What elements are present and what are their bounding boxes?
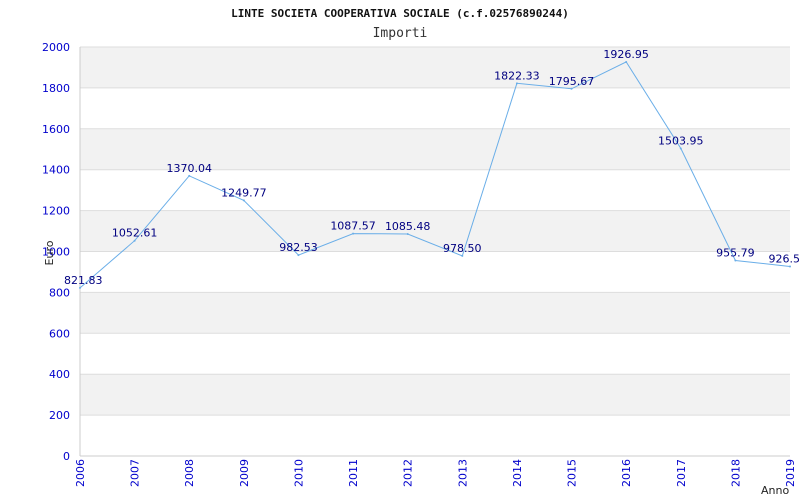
x-tick-label: 2017: [675, 459, 688, 487]
plot-band: [80, 292, 790, 334]
data-label: 1503.95: [658, 134, 704, 147]
data-point: [188, 174, 191, 177]
data-label: 1087.57: [330, 220, 376, 233]
data-point: [406, 233, 409, 236]
line-chart: LINTE SOCIETA COOPERATIVA SOCIALE (c.f.0…: [42, 7, 800, 497]
x-tick-label: 2018: [729, 459, 742, 487]
y-tick-label: 800: [49, 286, 70, 299]
y-tick-label: 600: [49, 327, 70, 340]
chart-subtitle: Importi: [373, 26, 428, 41]
x-tick-label: 2012: [402, 459, 415, 487]
y-tick-label: 200: [49, 409, 70, 422]
y-tick-label: 400: [49, 368, 70, 381]
x-tick-label: 2006: [74, 459, 87, 487]
data-point: [679, 147, 682, 150]
data-point: [352, 232, 355, 235]
data-label: 1249.77: [221, 186, 267, 199]
chart-title: LINTE SOCIETA COOPERATIVA SOCIALE (c.f.0…: [231, 7, 569, 20]
y-tick-label: 1200: [42, 205, 70, 218]
data-point: [461, 254, 464, 257]
data-label: 1370.04: [166, 162, 212, 175]
x-tick-labels: 2006 2007 2008 2009 2010 2011 2012 2013 2014 2015…: [74, 459, 797, 487]
y-tick-label: 1400: [42, 164, 70, 177]
y-tick-label: 1600: [42, 123, 70, 136]
x-tick-label: 2009: [238, 459, 251, 487]
x-tick-label: 2019: [784, 459, 797, 487]
data-label: 821.83: [64, 274, 103, 287]
data-point: [570, 87, 573, 90]
data-point: [734, 259, 737, 262]
data-point: [625, 60, 628, 63]
data-label: 978.50: [443, 242, 482, 255]
data-label: 1795.67: [549, 75, 595, 88]
x-tick-label: 2007: [129, 459, 142, 487]
y-tick-label: 2000: [42, 41, 70, 54]
x-axis-label: Anno: [761, 484, 789, 497]
series-line: [79, 60, 791, 289]
y-tick-label: 1800: [42, 82, 70, 95]
data-label: 1926.95: [603, 48, 649, 61]
x-tick-label: 2008: [183, 459, 196, 487]
plot-bands: [80, 47, 790, 416]
x-tick-label: 2014: [511, 459, 524, 487]
x-tick-label: 2011: [347, 459, 360, 487]
data-point: [789, 265, 791, 268]
x-tick-label: 2015: [566, 459, 579, 487]
data-label: 1052.61: [112, 227, 158, 240]
data-point: [242, 199, 245, 202]
x-tick-label: 2016: [620, 459, 633, 487]
series-line-path: [79, 61, 791, 289]
data-label: 955.79: [716, 247, 755, 260]
data-label: 1085.48: [385, 220, 431, 233]
data-label: 1822.33: [494, 69, 540, 82]
x-tick-label: 2010: [292, 459, 305, 487]
data-point: [297, 254, 300, 257]
data-point: [515, 82, 518, 85]
data-label: 982.53: [279, 241, 318, 254]
plot-band: [80, 374, 790, 416]
data-label: 926.5: [769, 253, 800, 266]
plot-band: [80, 47, 790, 88]
x-tick-label: 2013: [456, 459, 469, 487]
data-point: [133, 239, 136, 242]
y-axis-label: Euro: [43, 240, 56, 265]
data-point: [79, 286, 81, 289]
y-tick-label: 0: [63, 450, 70, 463]
